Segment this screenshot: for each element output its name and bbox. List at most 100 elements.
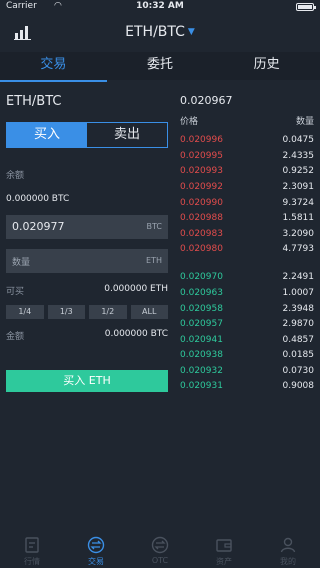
ask-row[interactable]: 0.020980 4.7793 — [180, 242, 314, 256]
tab-history[interactable]: 历史 — [213, 52, 320, 80]
bid-qty: 2.2491 — [282, 272, 315, 282]
balance-value: 0.000000 BTC — [6, 194, 70, 204]
ask-row[interactable]: 0.020988 1.5811 — [180, 211, 314, 225]
ask-qty: 4.7793 — [282, 244, 315, 254]
bottom-nav-otc-label: OTC — [151, 556, 169, 565]
bid-row[interactable]: 0.020941 0.4857 — [180, 333, 314, 347]
ask-row[interactable]: 0.020993 0.9252 — [180, 164, 314, 178]
qty-header: 数量 — [295, 117, 314, 127]
bid-price: 0.020963 — [180, 288, 223, 298]
bottom-nav-profile-label: 我的 — [280, 557, 296, 566]
price-unit: BTC — [146, 222, 163, 231]
bid-price: 0.020958 — [180, 304, 223, 314]
bid-price: 0.020957 — [180, 319, 223, 329]
bid-price: 0.020938 — [180, 350, 223, 360]
bottom-nav-profile[interactable]: 我的 — [256, 532, 320, 568]
bottom-nav: 行情 交易 OTC 资产 我的 — [0, 532, 320, 568]
battery-icon — [296, 3, 316, 11]
price-header: 价格 — [180, 117, 199, 127]
bid-row[interactable]: 0.020932 0.0730 — [180, 364, 314, 378]
bid-row[interactable]: 0.020970 2.2491 — [180, 270, 314, 284]
ask-qty: 2.3091 — [282, 182, 315, 192]
trade-pair: ETH/BTC — [6, 94, 62, 109]
bid-qty: 2.9870 — [282, 319, 315, 329]
last-price: 0.020967 — [180, 94, 233, 107]
ask-qty: 9.3724 — [282, 198, 315, 208]
bid-qty: 0.0185 — [282, 350, 315, 360]
ask-price: 0.020990 — [180, 198, 223, 208]
bid-row[interactable]: 0.020958 2.3948 — [180, 302, 314, 316]
bottom-nav-assets[interactable]: 资产 — [192, 532, 256, 568]
top-tabs: 交易 委托 历史 — [0, 52, 320, 82]
percent-half-button[interactable]: 1/2 — [89, 305, 127, 319]
bid-price: 0.020941 — [180, 335, 223, 345]
percent-quarter-button[interactable]: 1/4 — [6, 305, 44, 319]
amount-placeholder: 数量 — [12, 258, 31, 268]
ask-price: 0.020980 — [180, 244, 223, 254]
bid-row[interactable]: 0.020957 2.9870 — [180, 317, 314, 331]
ask-qty: 2.4335 — [282, 151, 315, 161]
bottom-nav-assets-label: 资产 — [216, 557, 232, 566]
ask-price: 0.020983 — [180, 229, 223, 239]
buy-tab[interactable]: 买入 — [7, 123, 87, 147]
percent-buttons: 1/4 1/3 1/2 ALL — [6, 305, 168, 319]
ask-row[interactable]: 0.020983 3.2090 — [180, 227, 314, 241]
available-value: 0.000000 ETH — [104, 284, 168, 294]
pair-title: ETH/BTC — [125, 24, 185, 40]
ask-row[interactable]: 0.020992 2.3091 — [180, 180, 314, 194]
pair-selector[interactable]: ETH/BTC ▼ — [0, 24, 320, 40]
market-icon — [25, 537, 39, 553]
bid-qty: 0.9008 — [282, 381, 315, 391]
order-book-header: 价格 数量 — [180, 114, 314, 127]
bottom-nav-trade-label: 交易 — [88, 557, 104, 566]
bid-price: 0.020932 — [180, 366, 223, 376]
total-label: 金额 — [6, 332, 25, 342]
exchange-icon — [87, 536, 105, 554]
bid-qty: 2.3948 — [282, 304, 315, 314]
otc-icon — [151, 536, 169, 554]
bid-row[interactable]: 0.020931 0.9008 — [180, 379, 314, 393]
amount-input[interactable]: 数量 ETH — [6, 249, 168, 273]
ask-price: 0.020988 — [180, 213, 223, 223]
clock: 10:32 AM — [136, 1, 184, 11]
wallet-icon — [216, 539, 232, 552]
balance-label: 余额 — [6, 171, 25, 181]
bottom-nav-market[interactable]: 行情 — [0, 532, 64, 568]
buy-eth-button[interactable]: 买入 ETH — [6, 370, 168, 392]
ask-row[interactable]: 0.020996 0.0475 — [180, 133, 314, 147]
ask-price: 0.020996 — [180, 135, 223, 145]
nav-bar: ETH/BTC ▼ — [0, 14, 320, 52]
percent-third-button[interactable]: 1/3 — [47, 305, 85, 319]
caret-down-icon: ▼ — [187, 27, 195, 37]
status-bar: Carrier ◠ 10:32 AM — [0, 0, 320, 14]
ask-row[interactable]: 0.020990 9.3724 — [180, 196, 314, 210]
total-value: 0.000000 BTC — [104, 329, 168, 339]
bottom-nav-trade[interactable]: 交易 — [64, 532, 128, 568]
bid-price: 0.020931 — [180, 381, 223, 391]
buy-sell-toggle: 买入 卖出 — [6, 122, 168, 148]
bid-qty: 0.4857 — [282, 335, 315, 345]
price-input[interactable]: 0.020977 BTC — [6, 215, 168, 239]
bid-price: 0.020970 — [180, 272, 223, 282]
ask-price: 0.020993 — [180, 166, 223, 176]
ask-qty: 0.0475 — [282, 135, 315, 145]
tab-orders[interactable]: 委托 — [107, 52, 214, 80]
bid-qty: 0.0730 — [282, 366, 315, 376]
tab-trade[interactable]: 交易 — [0, 52, 107, 82]
sell-tab[interactable]: 卖出 — [87, 123, 167, 147]
ask-qty: 3.2090 — [282, 229, 315, 239]
bottom-nav-otc[interactable]: OTC — [128, 532, 192, 568]
ask-price: 0.020992 — [180, 182, 223, 192]
profile-icon — [280, 537, 296, 553]
available-label: 可买 — [6, 287, 25, 297]
ask-qty: 0.9252 — [282, 166, 315, 176]
price-input-value: 0.020977 — [12, 220, 65, 233]
bid-qty: 1.0007 — [282, 288, 315, 298]
ask-row[interactable]: 0.020995 2.4335 — [180, 149, 314, 163]
percent-all-button[interactable]: ALL — [130, 305, 168, 319]
bid-row[interactable]: 0.020938 0.0185 — [180, 348, 314, 362]
bottom-nav-market-label: 行情 — [24, 557, 40, 566]
ask-price: 0.020995 — [180, 151, 223, 161]
bid-row[interactable]: 0.020963 1.0007 — [180, 286, 314, 300]
ask-qty: 1.5811 — [282, 213, 315, 223]
